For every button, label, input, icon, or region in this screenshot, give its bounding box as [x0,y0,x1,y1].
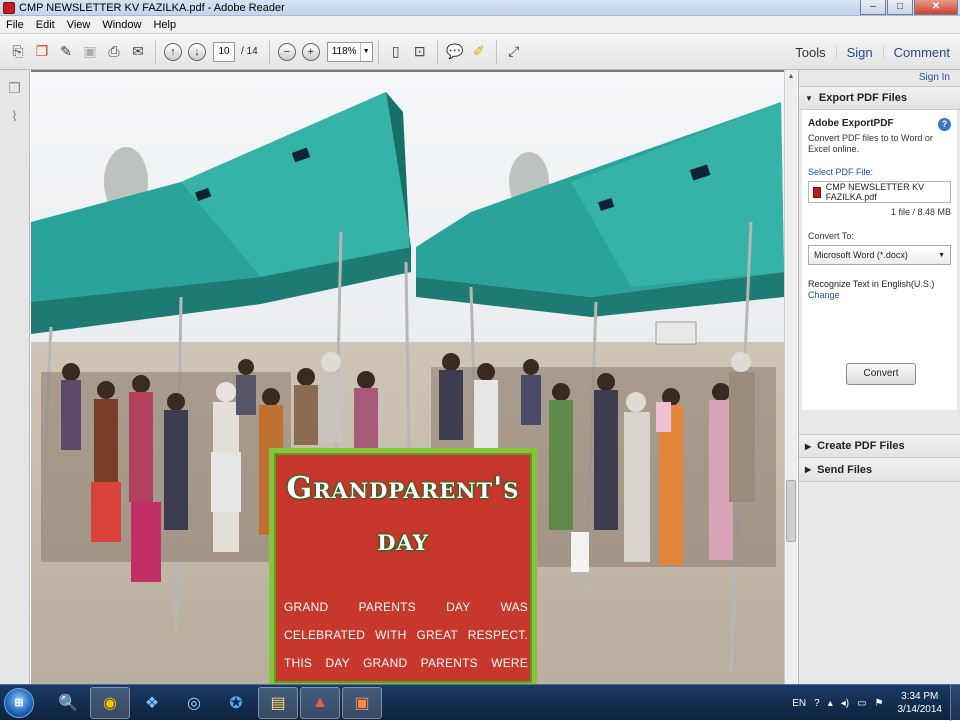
card-body-text: GRAND PARENTS DAY WAS CELEBRATED WITH GR… [284,600,528,670]
show-desktop-button[interactable] [950,685,960,721]
export-pdf-header[interactable]: ▼ Export PDF Files [799,86,960,110]
tab-sign[interactable]: Sign [835,44,883,60]
save-icon[interactable]: ▣ [79,41,101,63]
tab-tools[interactable]: Tools [785,45,835,60]
export-description: Convert PDF files to to Word or Excel on… [808,133,933,154]
recognize-text-label: Recognize Text in English(U.S.) Change [808,279,951,301]
file-name: CMP NEWSLETTER KV FAZILKA.pdf [825,182,925,202]
adobe-reader-icon [3,1,15,14]
search-icon[interactable]: 🔍 [48,687,88,719]
menu-window[interactable]: Window [96,19,147,31]
zoom-select[interactable]: 118% ▼ [326,41,373,62]
system-tray: EN ? ▴ ◂) ▭ ⚑ 3:34 PM 3/14/2014 [788,685,960,721]
card-title-line2: day [377,523,429,558]
menu-file[interactable]: File [0,19,30,31]
chrome-icon[interactable]: ◉ [90,686,130,719]
chevron-down-icon: ▼ [938,251,945,259]
card-title-line1: Grandparent's [286,471,520,506]
toolbar: ⎘ ❐ ✎ ▣ ⎙ ✉ ↑ ↓ 10 / 14 − + 118% ▼ ▯ ⊡ 💬… [0,34,960,70]
app-icon[interactable]: ❖ [132,687,172,719]
send-files-header[interactable]: ▶ Send Files [799,458,960,482]
page-thumbnails-icon[interactable]: ❐ [7,80,23,98]
fit-width-icon[interactable]: ⊡ [409,41,431,63]
help-icon[interactable]: ? [938,118,951,131]
export-pdf-label: Export PDF Files [818,92,907,104]
convert-to-label: Convert To: [808,231,854,241]
zoom-out-icon[interactable]: − [277,42,296,61]
volume-icon[interactable]: ◂) [841,698,849,709]
scrollbar-thumb[interactable] [786,480,796,542]
folder-icon[interactable]: ▤ [258,686,298,719]
title-bar: CMP NEWSLETTER KV FAZILKA.pdf - Adobe Re… [0,0,960,16]
messenger-icon[interactable]: ✪ [216,687,256,719]
collapse-arrow-icon: ▼ [805,93,813,103]
pdf-file-icon [813,186,821,198]
flag-icon[interactable]: ⚑ [875,698,884,709]
previous-page-icon[interactable]: ↑ [164,42,182,61]
menu-bar: File Edit View Window Help [0,16,960,34]
convert-format-value: Microsoft Word (*.docx) [814,250,908,260]
close-button[interactable]: ✕ [914,0,958,15]
print-icon[interactable]: ⎙ [103,41,125,63]
convert-format-select[interactable]: Microsoft Word (*.docx) ▼ [808,245,951,265]
create-pdf-header[interactable]: ▶ Create PDF Files [799,434,960,458]
clock[interactable]: 3:34 PM 3/14/2014 [898,690,943,716]
document-view[interactable]: Grandparent's day GRAND PARENTS DAY WAS … [31,70,796,684]
clock-time: 3:34 PM [901,691,939,702]
pdf-page: Grandparent's day GRAND PARENTS DAY WAS … [31,72,784,684]
expand-icon[interactable]: ⤢ [503,41,525,63]
sign-in-link[interactable]: Sign In [799,70,960,86]
edit-icon[interactable]: ✎ [55,41,77,63]
help-tray-icon[interactable]: ? [814,698,820,709]
email-icon[interactable]: ✉ [127,41,149,63]
create-pdf-label: Create PDF Files [817,440,905,452]
minimize-button[interactable]: – [860,0,886,15]
tools-pane: Sign In ▼ Export PDF Files Adobe ExportP… [798,70,960,684]
create-pdf-icon[interactable]: ⎘ [7,41,29,63]
zoom-value: 118% [331,46,357,57]
vertical-scrollbar[interactable]: ▲ [784,70,797,684]
send-files-label: Send Files [817,463,873,476]
taskbar: ⊞ 🔍 ◉ ❖ ◎ ✪ ▤ ▲ ▣ EN ? ▴ ◂) ▭ ⚑ 3:34 PM … [0,684,960,721]
page-count: / 14 [241,46,258,57]
file-meta: 1 file / 8.48 MB [890,207,951,217]
expand-arrow-icon: ▶ [805,465,812,474]
menu-help[interactable]: Help [147,19,182,31]
left-nav-panel: ❐ ⌇ [0,70,30,684]
network-icon[interactable]: ▭ [857,698,866,709]
clock-date: 3/14/2014 [897,704,943,715]
page-number-input[interactable]: 10 [213,41,235,62]
tab-comment[interactable]: Comment [882,44,960,60]
adobe-exportpdf-heading: Adobe ExportPDF [808,118,894,129]
recognize-text: Recognize Text in English(U.S.) [808,279,935,289]
start-button[interactable]: ⊞ [4,687,34,718]
highlight-icon[interactable]: ✐ [468,41,490,63]
powerpoint-icon[interactable]: ▣ [342,686,382,719]
menu-edit[interactable]: Edit [30,19,61,31]
window-title: CMP NEWSLETTER KV FAZILKA.pdf - Adobe Re… [19,1,285,14]
adobe-reader-taskbar-icon[interactable]: ▲ [300,686,340,719]
chevron-down-icon[interactable]: ▼ [359,42,372,61]
next-page-icon[interactable]: ↓ [188,42,206,61]
maximize-button[interactable]: □ [887,0,913,15]
expand-arrow-icon: ▶ [805,441,812,451]
zoom-in-icon[interactable]: + [301,42,320,61]
convert-button[interactable]: Convert [846,363,916,385]
menu-view[interactable]: View [61,19,97,31]
scroll-up-icon[interactable]: ▲ [785,70,797,83]
browser-icon[interactable]: ◎ [174,687,214,719]
open-icon[interactable]: ❐ [31,41,53,63]
select-pdf-label: Select PDF File: [808,167,874,177]
attachments-icon[interactable]: ⌇ [7,108,23,126]
change-link[interactable]: Change [808,290,951,301]
fit-page-icon[interactable]: ▯ [385,41,407,63]
selected-file[interactable]: CMP NEWSLETTER KV FAZILKA.pdf [808,181,951,203]
language-indicator[interactable]: EN [792,698,806,709]
arrow-up-icon[interactable]: ▴ [828,698,833,709]
grandparents-day-card: Grandparent's day GRAND PARENTS DAY WAS … [269,448,537,684]
comment-icon[interactable]: 💬 [444,41,466,63]
